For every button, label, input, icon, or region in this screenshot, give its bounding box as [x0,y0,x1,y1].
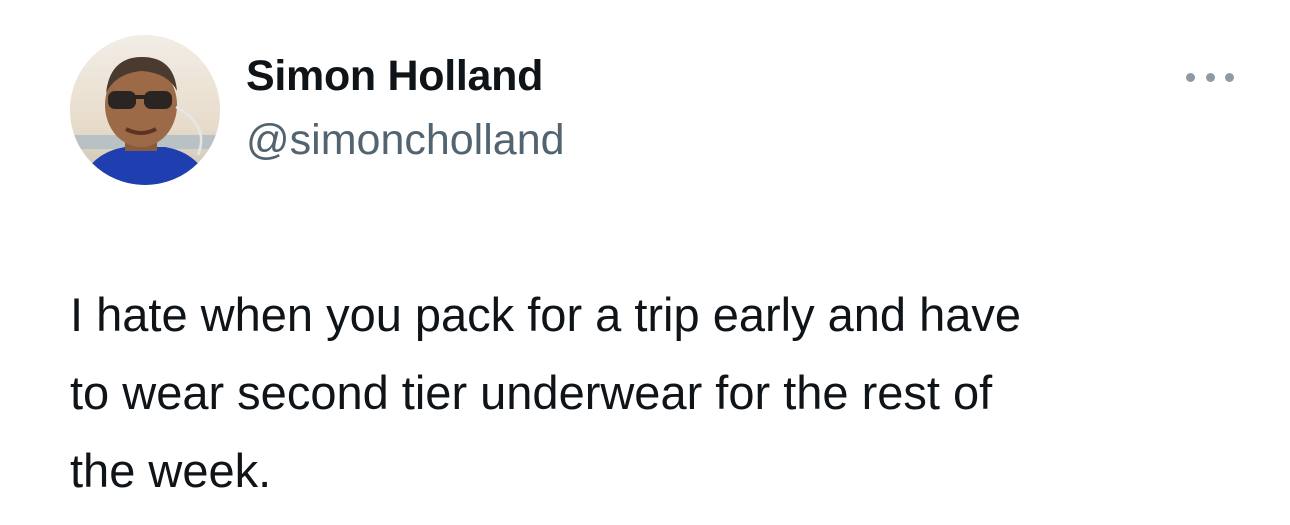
user-handle[interactable]: @simoncholland [246,114,565,166]
tweet-card: Simon Holland @simoncholland I hate when… [0,0,1290,525]
display-name[interactable]: Simon Holland [246,50,565,102]
avatar[interactable] [70,35,220,185]
more-options-button[interactable] [1186,66,1234,88]
tweet-text-line: the week. [70,444,272,497]
more-horizontal-icon-dot [1205,72,1215,82]
more-horizontal-icon [1186,72,1195,82]
tweet-text-line: I hate when you pack for a trip early an… [70,288,1022,341]
tweet-text: I hate when you pack for a trip early an… [70,276,1250,510]
more-horizontal-icon-dot [1225,72,1234,82]
tweet-text-line: to wear second tier underwear for the re… [70,366,993,419]
user-info: Simon Holland @simoncholland [246,50,565,166]
avatar-photo [70,35,220,185]
